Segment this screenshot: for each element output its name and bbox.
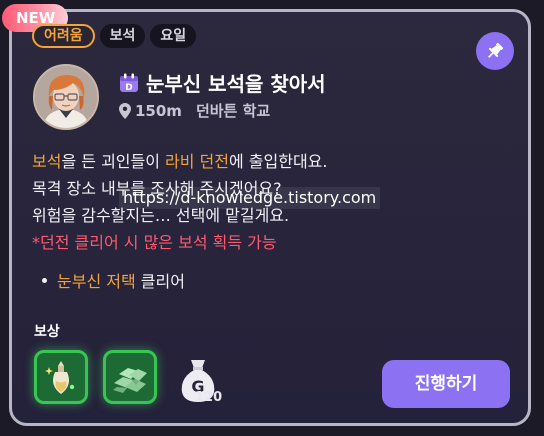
watermark: https://d-knowledge.tistory.com <box>119 187 381 209</box>
svg-text:D: D <box>125 83 132 93</box>
potion-icon <box>45 361 75 394</box>
description-line-1: 보석을 든 괴인들이 라비 던전에 출입한대요. <box>32 148 328 175</box>
tag-category: 보석 <box>99 24 146 48</box>
highlight-dungeon: 라비 던전 <box>165 152 229 171</box>
npc-avatar <box>33 64 99 130</box>
reward-label: 보상 <box>34 324 60 340</box>
tag-difficulty: 어려움 <box>32 24 95 48</box>
bullet-icon <box>42 277 47 283</box>
tag-list: 어려움 보석 요일 <box>32 24 197 48</box>
pin-icon <box>488 42 504 58</box>
quest-card[interactable]: NEW 어려움 보석 요일 D 눈부신 보석을 찾아서 150m 던바튼 학교 … <box>2 4 531 426</box>
description-warning: *던전 클리어 시 많은 보석 획득 가능 <box>32 233 277 252</box>
calendar-d-icon: D <box>120 73 138 93</box>
description-text: 을 든 괴인들이 <box>61 152 166 171</box>
objective-text: 클리어 <box>135 272 185 291</box>
location-row: 150m 던바튼 학교 <box>119 100 270 121</box>
highlight-jewel: 보석 <box>32 152 62 171</box>
objective-item: 눈부신 저택 클리어 <box>42 268 185 292</box>
reward-item-gems[interactable] <box>103 350 157 404</box>
location-pin-icon <box>119 102 131 119</box>
place-name: 던바튼 학교 <box>195 102 271 120</box>
quest-title-row: D 눈부신 보석을 찾아서 <box>118 68 326 97</box>
tag-schedule: 요일 <box>150 24 197 48</box>
start-quest-button[interactable]: 진행하기 <box>382 360 510 408</box>
distance: 150m <box>135 101 182 120</box>
gem-pile-icon <box>113 368 147 393</box>
objective-target: 눈부신 저택 <box>57 272 136 291</box>
description-text: 에 출입한대요. <box>229 152 328 171</box>
reward-item-potion[interactable] <box>34 350 88 404</box>
quest-title: 눈부신 보석을 찾아서 <box>146 72 326 96</box>
pin-button[interactable] <box>476 32 514 70</box>
gold-count: 120 <box>195 390 223 405</box>
